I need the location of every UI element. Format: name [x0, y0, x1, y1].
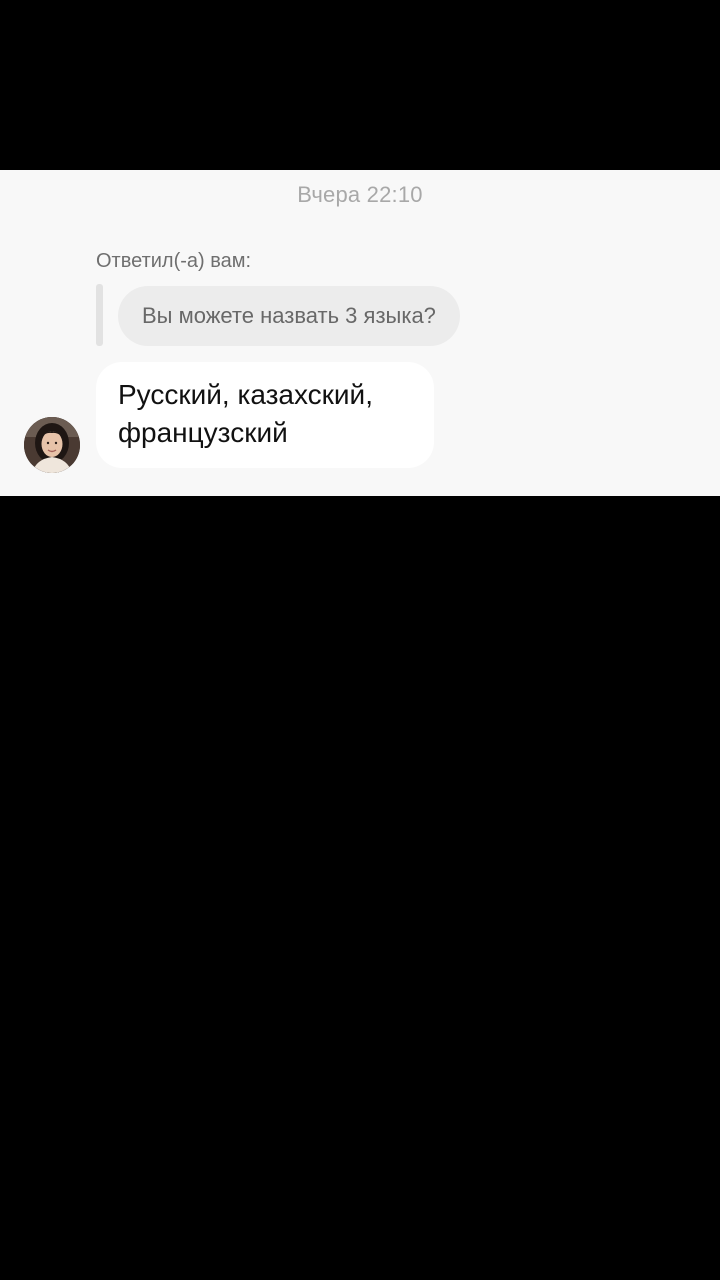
quoted-message-text: Вы можете назвать 3 языка?	[142, 303, 436, 328]
message-text: Русский, казахский, французский	[118, 379, 373, 448]
reply-label: Ответил(-а) вам:	[96, 250, 252, 272]
sender-avatar[interactable]	[24, 417, 80, 473]
screen: Вчера 22:10 Ответил(-а) вам: Вы можете н…	[0, 0, 720, 1280]
user-photo-avatar-icon	[24, 417, 80, 473]
incoming-message-bubble[interactable]: Русский, казахский, французский	[96, 362, 434, 468]
quote-bar	[96, 284, 103, 346]
quoted-message-bubble[interactable]: Вы можете назвать 3 языка?	[118, 286, 460, 346]
message-timestamp: Вчера 22:10	[297, 182, 423, 207]
chat-thread: Вчера 22:10 Ответил(-а) вам: Вы можете н…	[0, 170, 720, 496]
